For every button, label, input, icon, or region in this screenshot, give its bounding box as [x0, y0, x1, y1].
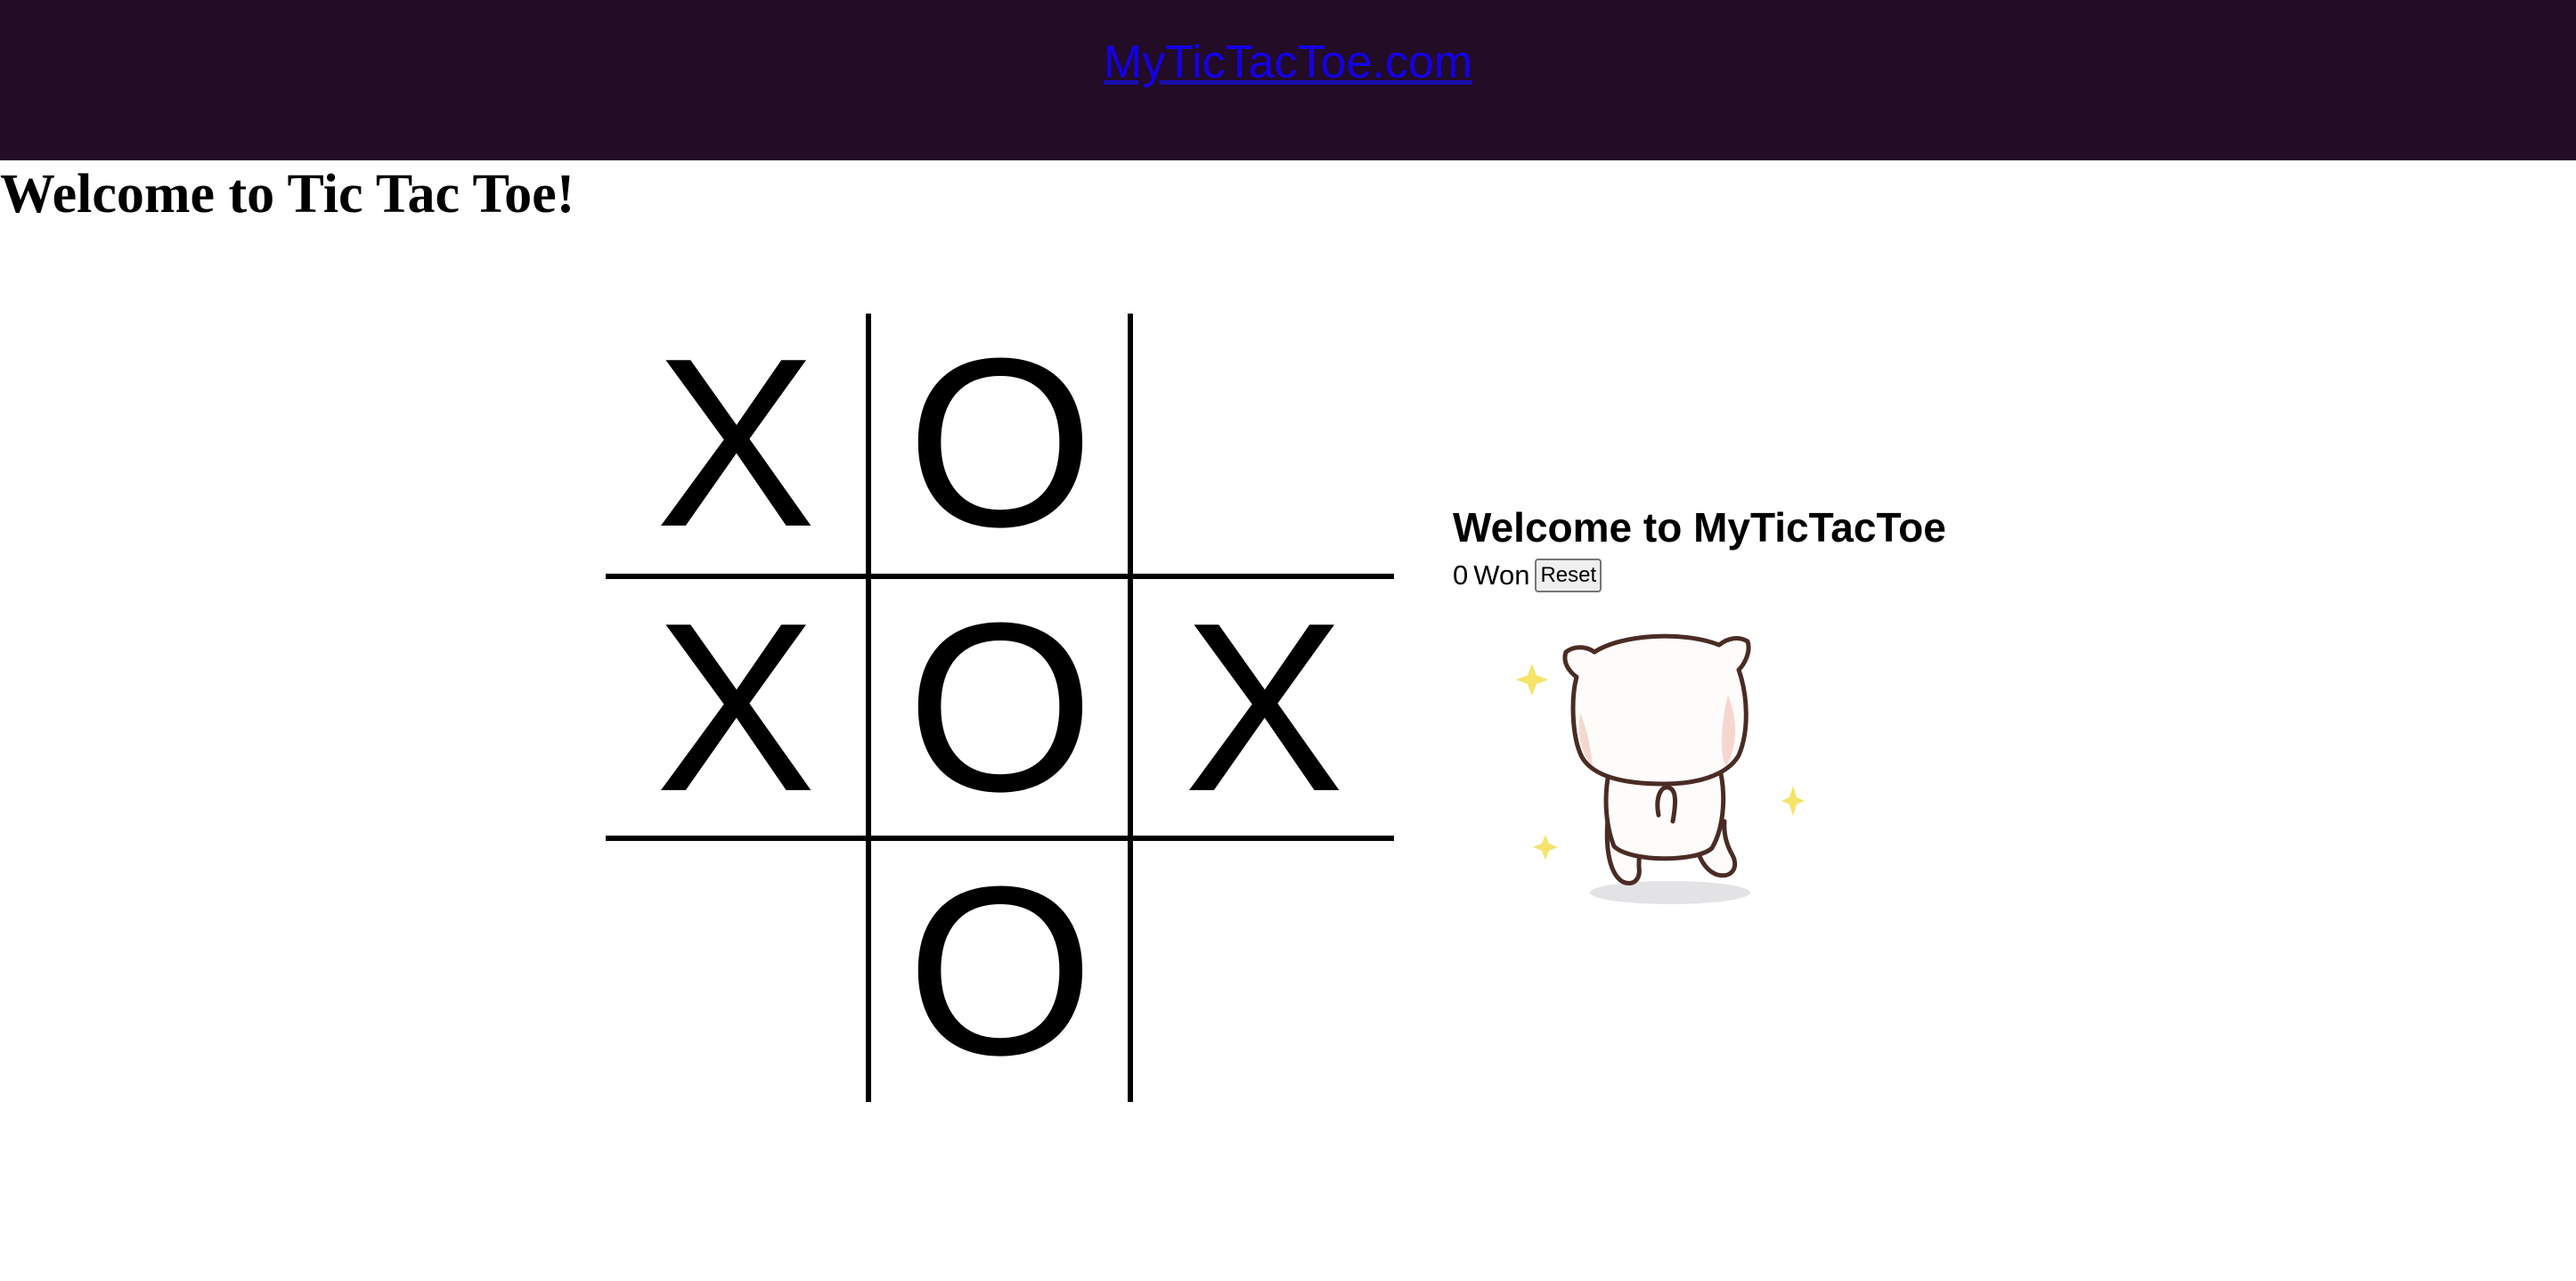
page-title: Welcome to Tic Tac Toe!: [0, 164, 575, 224]
grid-line-vertical-1: [866, 314, 871, 1102]
board-cell-5[interactable]: O: [870, 578, 1130, 838]
game-board: X O X O X O: [606, 314, 1394, 1102]
board-cell-2[interactable]: O: [870, 314, 1130, 574]
won-count: 0: [1453, 559, 1469, 591]
grid-line-horizontal-1: [606, 574, 1394, 579]
grid-line-horizontal-2: [606, 836, 1394, 841]
board-cell-1[interactable]: X: [606, 314, 866, 574]
board-cell-4[interactable]: X: [606, 578, 866, 838]
grid-line-vertical-2: [1128, 314, 1133, 1102]
welcome-heading: Welcome to MyTicTacToe: [1453, 504, 1946, 551]
board-cell-6[interactable]: X: [1134, 578, 1394, 838]
reset-button[interactable]: Reset: [1535, 559, 1602, 592]
won-label: Won: [1473, 559, 1530, 591]
board-cell-3[interactable]: [1134, 314, 1394, 574]
board-cell-7[interactable]: [606, 842, 866, 1102]
cat-mascot-icon: [1516, 633, 1805, 904]
board-cell-8[interactable]: O: [870, 842, 1130, 1102]
board-cell-9[interactable]: [1134, 842, 1394, 1102]
site-home-link[interactable]: MyTicTacToe.com: [0, 27, 2576, 98]
score-row: 0 Won Reset: [1453, 558, 2076, 593]
game-info-panel: Welcome to MyTicTacToe 0 Won Reset: [1453, 501, 2076, 593]
top-nav-bar: MyTicTacToe.com: [0, 0, 2576, 160]
